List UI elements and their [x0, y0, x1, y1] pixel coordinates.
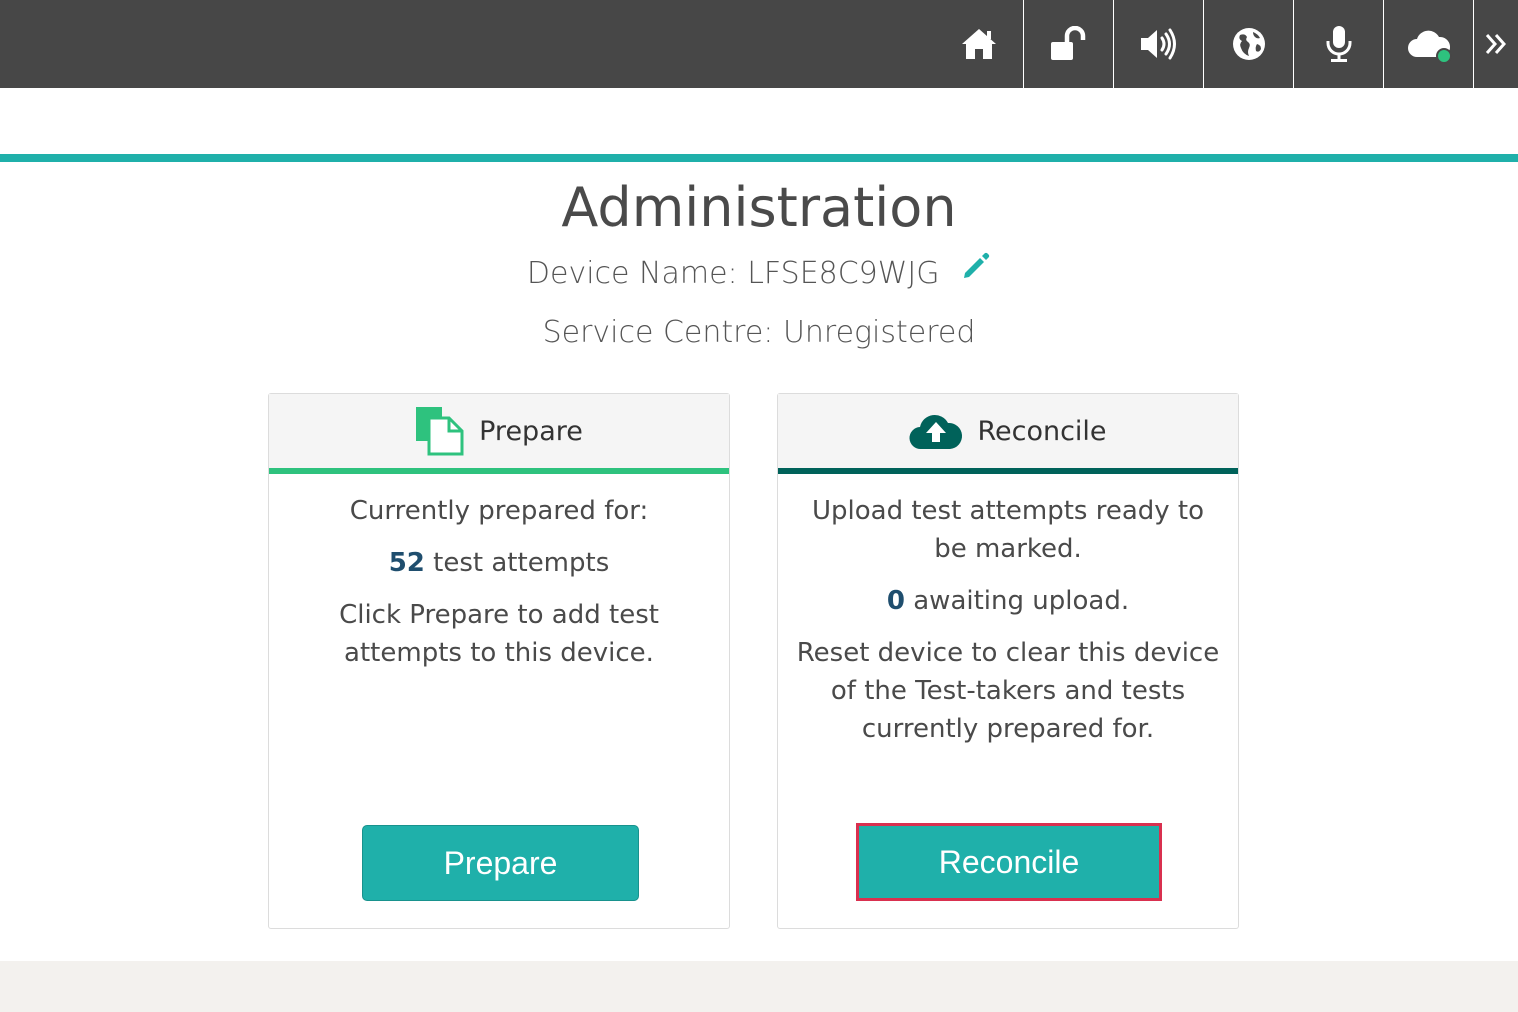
microphone-icon: [1326, 26, 1351, 62]
pencil-icon[interactable]: [961, 251, 991, 292]
volume-button[interactable]: [1113, 0, 1203, 88]
cloud-upload-icon: [909, 414, 963, 450]
status-dot: [1436, 48, 1452, 64]
microphone-button[interactable]: [1293, 0, 1383, 88]
prepare-count-row: 52 test attempts: [283, 544, 715, 582]
prepared-count-suffix: test attempts: [433, 548, 610, 578]
page-footer: [0, 961, 1518, 1012]
prepare-card-title: Prepare: [479, 415, 583, 447]
home-button[interactable]: [934, 0, 1023, 88]
service-centre-label: Service Centre:: [542, 315, 774, 350]
lock-button[interactable]: [1023, 0, 1113, 88]
reconcile-card-title: Reconcile: [977, 415, 1107, 447]
reconcile-card-body: Upload test attempts ready to be marked.…: [778, 474, 1238, 748]
reconcile-count-row: 0 awaiting upload.: [792, 582, 1224, 620]
prepare-status-text: Currently prepared for:: [349, 496, 649, 526]
page-title: Administration: [561, 176, 957, 239]
expand-button[interactable]: [1473, 0, 1518, 88]
header-accent-line: [0, 154, 1518, 162]
device-name-row: Device Name: LFSE8C9WJG: [0, 251, 1518, 295]
reconcile-status-text: Upload test attempts ready to be marked.: [811, 496, 1205, 564]
device-name-value: LFSE8C9WJG: [747, 256, 940, 291]
reconcile-card: Reconcile Upload test attempts ready to …: [777, 393, 1239, 929]
reconcile-instructions: Reset device to clear this device of the…: [796, 638, 1220, 744]
prepare-card-header: Prepare: [269, 394, 729, 474]
volume-icon: [1140, 28, 1176, 60]
cloud-status-button[interactable]: [1383, 0, 1473, 88]
home-icon: [961, 29, 996, 59]
reconcile-button[interactable]: Reconcile: [856, 823, 1162, 901]
top-toolbar: [0, 0, 1518, 88]
documents-icon: [416, 407, 464, 456]
prepare-card: Prepare Currently prepared for: 52 test …: [268, 393, 730, 929]
reconcile-card-header: Reconcile: [778, 394, 1238, 474]
prepare-instructions: Click Prepare to add test attempts to th…: [339, 600, 659, 668]
service-centre-value: Unregistered: [782, 315, 976, 350]
prepared-count: 52: [388, 548, 425, 578]
globe-icon: [1232, 28, 1265, 60]
language-button[interactable]: [1203, 0, 1293, 88]
awaiting-count: 0: [886, 586, 905, 616]
double-chevron-right-icon: [1485, 34, 1507, 54]
unlock-icon: [1050, 26, 1085, 60]
prepare-card-body: Currently prepared for: 52 test attempts…: [269, 474, 729, 672]
device-name-label: Device Name:: [526, 256, 738, 291]
prepare-button[interactable]: Prepare: [362, 825, 639, 901]
awaiting-count-suffix: awaiting upload.: [913, 586, 1130, 616]
service-centre-row: Service Centre: Unregistered: [0, 313, 1518, 353]
